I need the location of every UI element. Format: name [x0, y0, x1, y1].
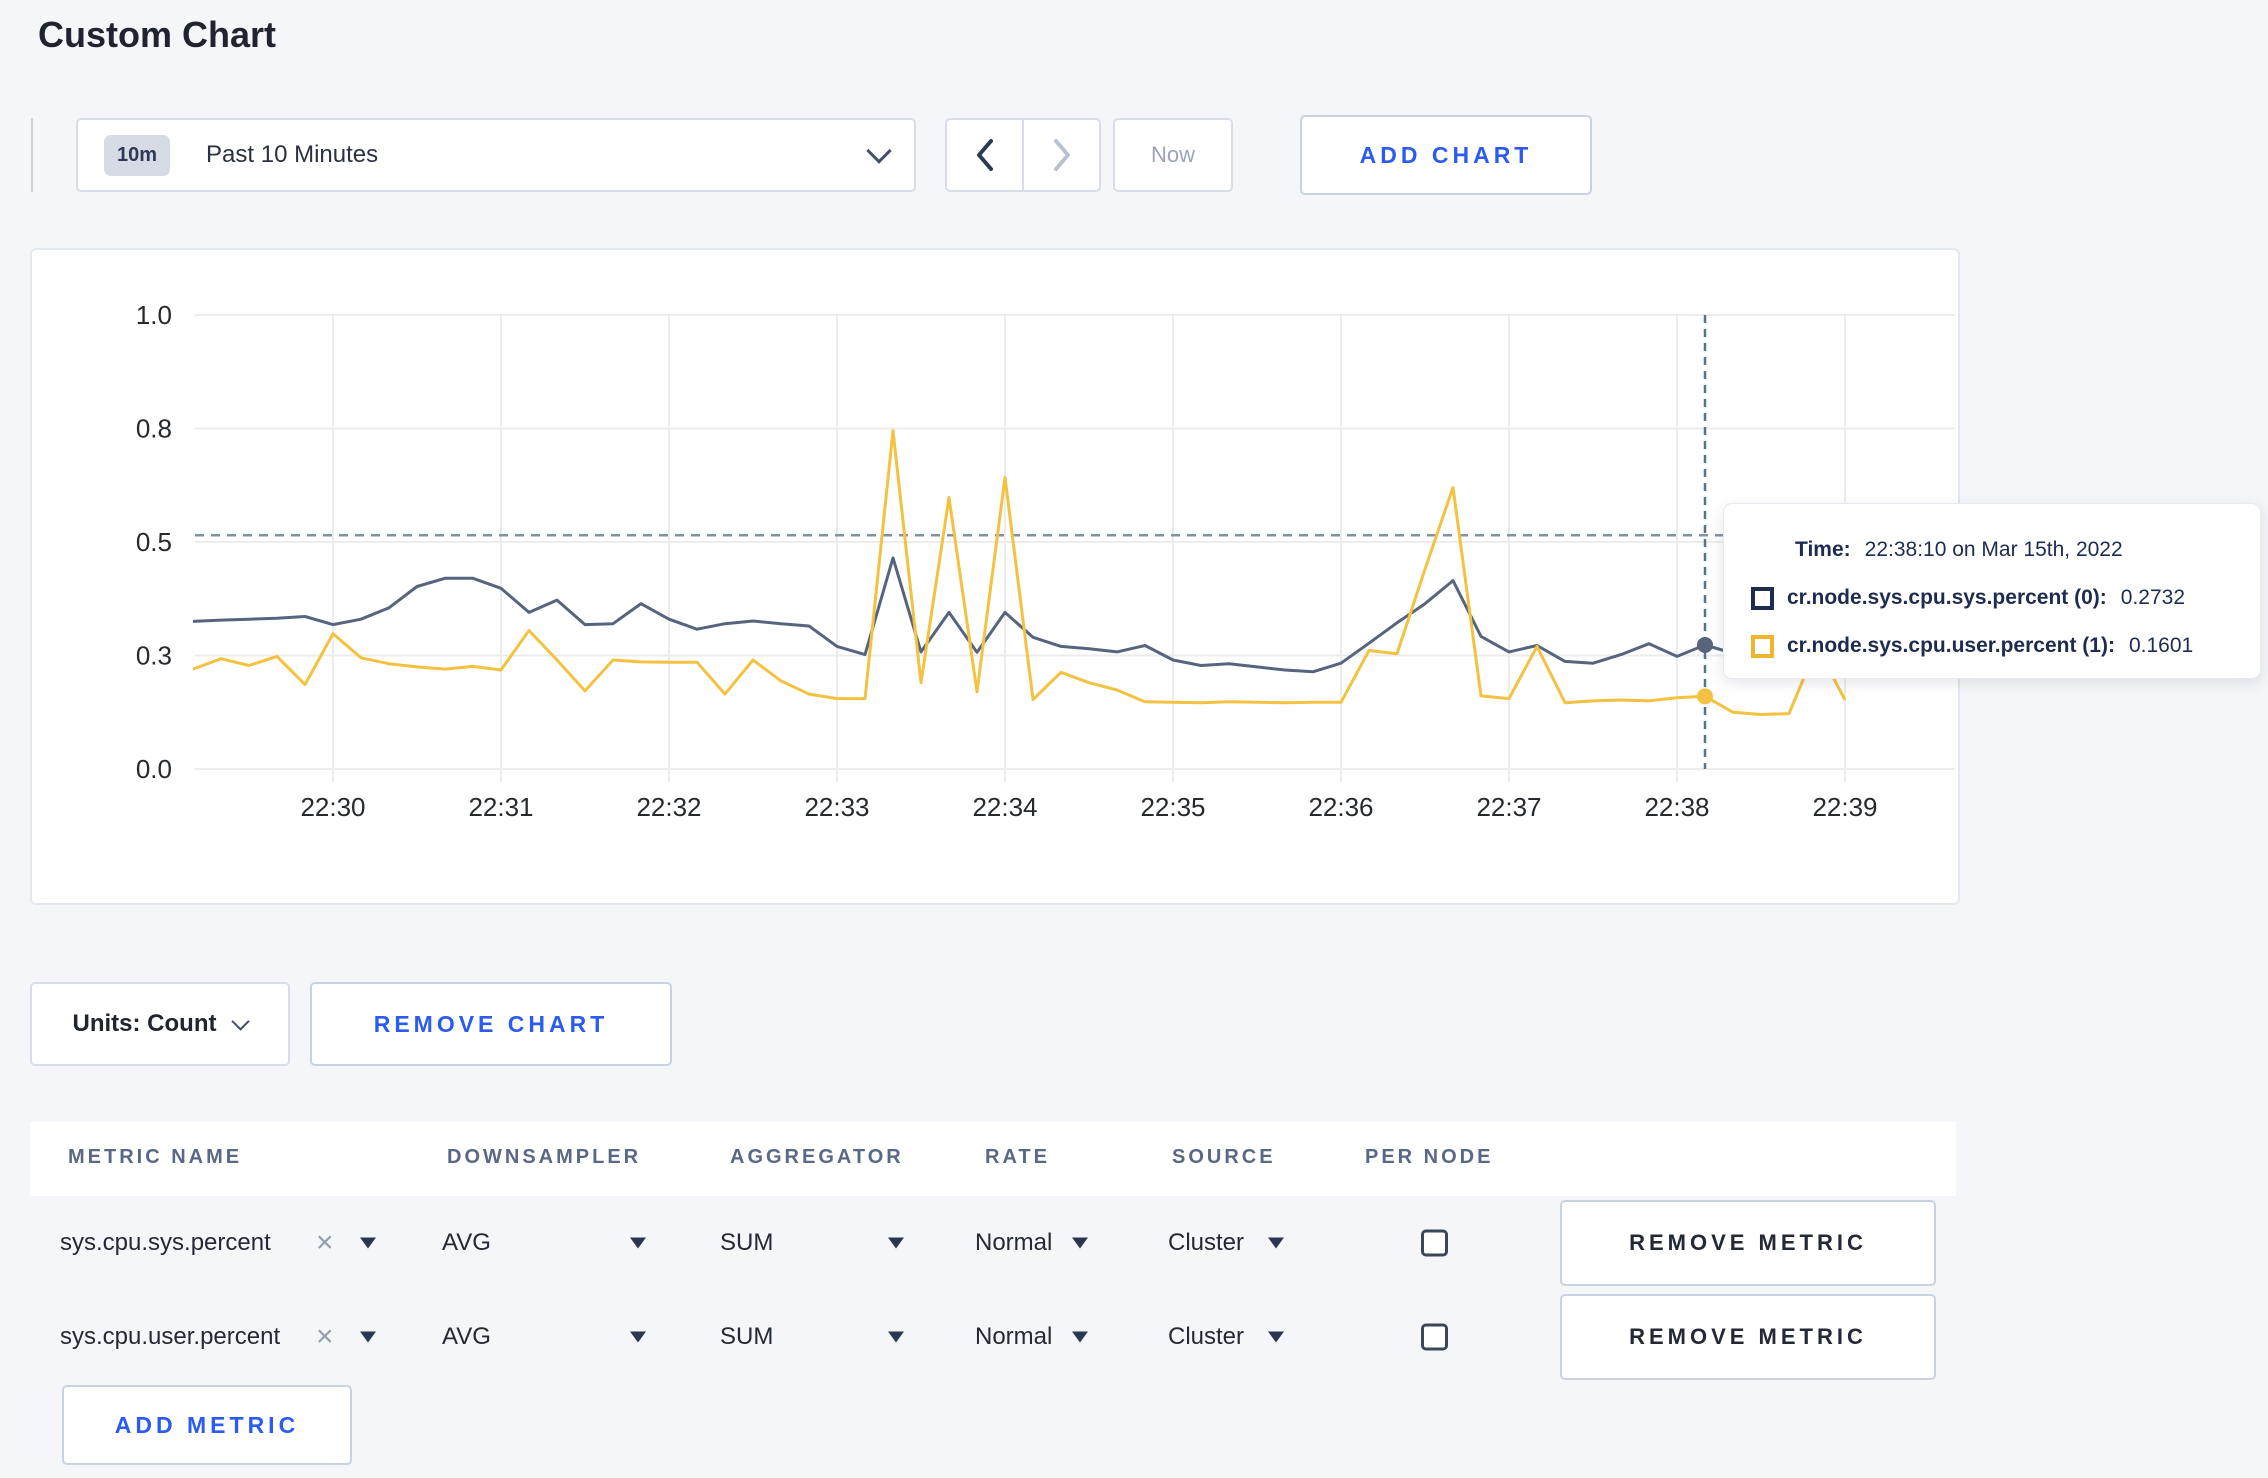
x-axis-tick-label: 22:33: [804, 792, 869, 822]
y-axis-tick-label: 0.8: [136, 414, 172, 444]
series-line: [192, 429, 1847, 716]
tooltip-series-value: 0.1601: [2128, 634, 2194, 657]
rate-value[interactable]: Normal: [975, 1323, 1052, 1351]
x-axis-tick-label: 22:35: [1140, 792, 1205, 822]
x-axis-tick-label: 22:39: [1812, 792, 1877, 822]
aggregator-value[interactable]: SUM: [720, 1323, 773, 1351]
remove-chart-button[interactable]: REMOVE CHART: [310, 982, 672, 1066]
y-axis-tick-label: 0.0: [136, 754, 172, 784]
remove-metric-x-icon[interactable]: ×: [316, 1228, 334, 1258]
header-source: SOURCE: [1172, 1146, 1276, 1168]
tooltip-series-name: cr.node.sys.cpu.sys.percent (0):: [1787, 586, 2107, 609]
user-series-swatch-icon: [1751, 634, 1774, 658]
remove-metric-label: REMOVE METRIC: [1629, 1230, 1867, 1255]
now-button-label: Now: [1150, 142, 1195, 167]
rate-caret-icon[interactable]: [1072, 1331, 1088, 1343]
add-metric-label: ADD METRIC: [114, 1411, 300, 1438]
y-axis-tick-label: 0.5: [136, 527, 172, 557]
aggregator-value[interactable]: SUM: [720, 1229, 773, 1257]
units-label: Units: Count: [72, 1010, 217, 1037]
chart-svg[interactable]: 0.0 0.3 0.5 0.8 1.0 22:30 22:31 22:32 22:33 22:34…: [30, 248, 1960, 905]
metrics-table-header: METRIC NAME DOWNSAMPLER AGGREGATOR RATE …: [30, 1122, 1956, 1196]
chart-hover-tooltip: Time: 22:38:10 on Mar 15th, 2022 cr.node…: [1723, 503, 2261, 679]
header-per-node: PER NODE: [1365, 1146, 1494, 1168]
downsampler-value[interactable]: AVG: [442, 1229, 491, 1257]
chevron-down-icon: [231, 1012, 251, 1031]
units-dropdown[interactable]: Units: Count: [30, 982, 290, 1066]
rate-caret-icon[interactable]: [1072, 1237, 1088, 1249]
now-button[interactable]: Now: [1113, 118, 1233, 192]
source-caret-icon[interactable]: [1268, 1237, 1284, 1249]
rate-value[interactable]: Normal: [975, 1229, 1052, 1257]
per-node-checkbox[interactable]: [1421, 1323, 1448, 1351]
x-axis-tick-label: 22:30: [300, 792, 365, 822]
toolbar-left-divider: [31, 118, 33, 192]
custom-chart-page: Custom Chart 10m Past 10 Minutes Now ADD…: [0, 0, 2268, 1478]
metric-name: sys.cpu.sys.percent: [60, 1229, 271, 1256]
metric-dropdown-caret-icon[interactable]: [360, 1237, 376, 1249]
remove-metric-x-icon[interactable]: ×: [316, 1322, 334, 1352]
next-range-button[interactable]: [1024, 120, 1099, 190]
x-axis-tick-label: 22:37: [1476, 792, 1541, 822]
chevron-down-icon: [866, 138, 892, 164]
per-node-checkbox[interactable]: [1421, 1229, 1448, 1257]
add-metric-button[interactable]: ADD METRIC: [62, 1385, 352, 1465]
remove-metric-button[interactable]: REMOVE METRIC: [1560, 1294, 1936, 1380]
sys-series-swatch-icon: [1751, 586, 1774, 610]
source-caret-icon[interactable]: [1268, 1331, 1284, 1343]
x-axis-tick-label: 22:32: [636, 792, 701, 822]
chevron-right-icon: [1053, 139, 1070, 171]
downsampler-caret-icon[interactable]: [630, 1237, 646, 1249]
aggregator-caret-icon[interactable]: [888, 1237, 904, 1249]
downsampler-value[interactable]: AVG: [442, 1323, 491, 1351]
tooltip-time-value: 22:38:10 on Mar 15th, 2022: [1864, 538, 2123, 561]
tooltip-series-value: 0.2732: [2120, 586, 2186, 609]
tooltip-series-name: cr.node.sys.cpu.user.percent (1):: [1787, 634, 2115, 657]
time-range-label: Past 10 Minutes: [206, 141, 379, 168]
source-value[interactable]: Cluster: [1168, 1229, 1244, 1257]
x-axis-tick-label: 22:31: [468, 792, 533, 822]
aggregator-caret-icon[interactable]: [888, 1331, 904, 1343]
tooltip-time-label: Time:: [1795, 538, 1851, 561]
hover-point-dot: [1697, 688, 1714, 705]
chevron-left-icon: [976, 139, 993, 171]
time-nav-group: [945, 118, 1101, 192]
metric-row: sys.cpu.sys.percent × AVG SUM Normal Clu…: [30, 1196, 1956, 1290]
header-rate: RATE: [985, 1146, 1050, 1168]
header-downsampler: DOWNSAMPLER: [447, 1146, 642, 1168]
downsampler-caret-icon[interactable]: [630, 1331, 646, 1343]
time-range-dropdown[interactable]: 10m Past 10 Minutes: [76, 118, 916, 192]
hover-point-dot: [1697, 636, 1714, 653]
x-axis-tick-label: 22:36: [1308, 792, 1373, 822]
header-metric-name: METRIC NAME: [68, 1146, 243, 1168]
page-title: Custom Chart: [38, 14, 277, 55]
add-chart-label: ADD CHART: [1359, 141, 1533, 168]
tooltip-series-row: cr.node.sys.cpu.sys.percent (0): 0.2732: [1751, 574, 2260, 622]
tooltip-series-row: cr.node.sys.cpu.user.percent (1): 0.1601: [1751, 622, 2260, 670]
metric-name: sys.cpu.user.percent: [60, 1323, 281, 1350]
metric-row: sys.cpu.user.percent × AVG SUM Normal Cl…: [30, 1290, 1956, 1384]
prev-range-button[interactable]: [947, 120, 1022, 190]
y-axis-tick-label: 0.3: [136, 641, 172, 671]
x-axis-tick-label: 22:38: [1644, 792, 1709, 822]
y-axis-tick-label: 1.0: [136, 300, 172, 330]
add-chart-button[interactable]: ADD CHART: [1300, 115, 1592, 195]
remove-metric-label: REMOVE METRIC: [1629, 1324, 1867, 1349]
header-aggregator: AGGREGATOR: [730, 1146, 904, 1168]
remove-metric-button[interactable]: REMOVE METRIC: [1560, 1200, 1936, 1286]
metric-dropdown-caret-icon[interactable]: [360, 1331, 376, 1343]
x-axis-tick-label: 22:34: [972, 792, 1037, 822]
source-value[interactable]: Cluster: [1168, 1323, 1244, 1351]
time-range-badge: 10m: [104, 134, 171, 176]
tooltip-time-row: Time: 22:38:10 on Mar 15th, 2022: [1751, 526, 2260, 574]
remove-chart-label: REMOVE CHART: [373, 1010, 609, 1037]
